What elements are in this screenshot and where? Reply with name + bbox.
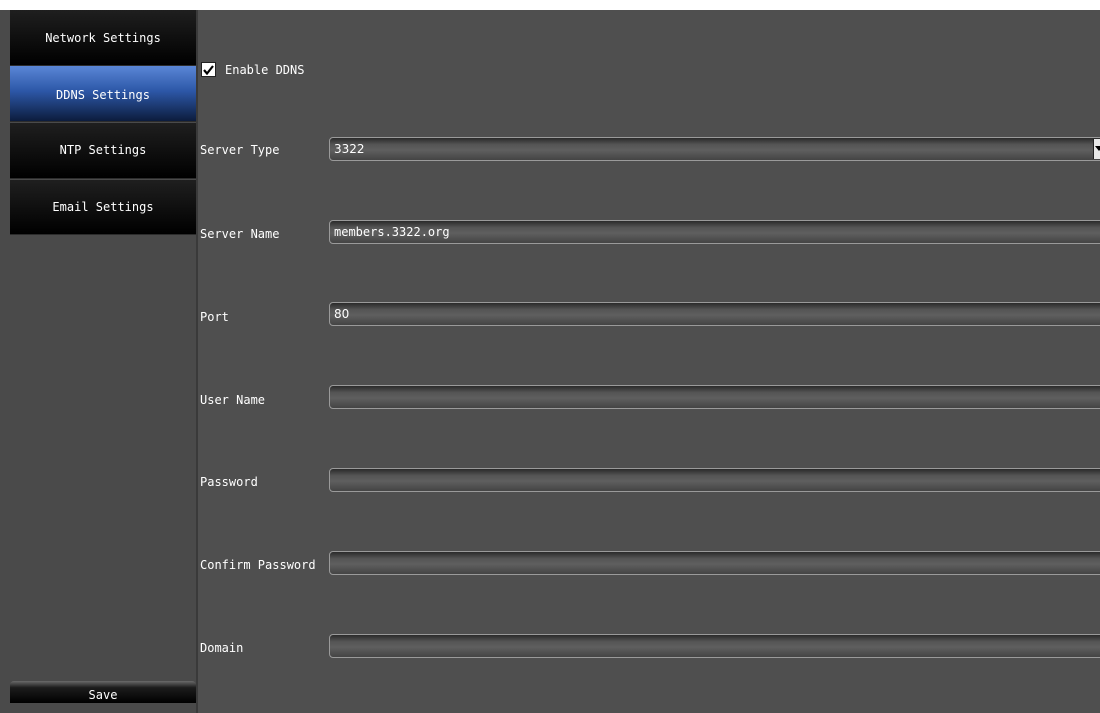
user-name-input[interactable] <box>329 385 1100 409</box>
password-label: Password <box>200 475 258 489</box>
domain-label: Domain <box>200 641 244 655</box>
server-name-label: Server Name <box>200 227 280 241</box>
save-button[interactable]: Save <box>10 681 196 703</box>
enable-ddns-toggle[interactable]: Enable DDNS <box>201 62 304 77</box>
confirm-password-input[interactable] <box>329 551 1100 575</box>
enable-ddns-checkbox[interactable] <box>201 62 216 77</box>
sidebar: Network Settings DDNS Settings NTP Setti… <box>0 10 198 713</box>
sidebar-item-label: NTP Settings <box>59 143 147 157</box>
confirm-password-label: Confirm Password <box>200 558 316 572</box>
user-name-label: User Name <box>200 393 266 407</box>
sidebar-item-email-settings[interactable]: Email Settings <box>10 180 196 235</box>
chevron-down-icon[interactable] <box>1093 139 1100 159</box>
sidebar-item-label: Email Settings <box>52 200 154 214</box>
server-type-label: Server Type <box>200 143 280 157</box>
port-input[interactable] <box>329 302 1100 326</box>
sidebar-item-network-settings[interactable]: Network Settings <box>10 10 196 66</box>
sidebar-item-ntp-settings[interactable]: NTP Settings <box>10 123 196 179</box>
sidebar-divider <box>196 10 198 713</box>
sidebar-item-ddns-settings[interactable]: DDNS Settings <box>10 66 196 122</box>
server-type-value: 3322 <box>334 142 365 156</box>
port-label: Port <box>200 310 229 324</box>
enable-ddns-label: Enable DDNS <box>225 62 305 77</box>
domain-input[interactable] <box>329 634 1100 658</box>
server-type-select[interactable]: 3322 <box>329 137 1100 161</box>
checkmark-icon <box>203 64 214 75</box>
sidebar-item-label: DDNS Settings <box>56 88 150 102</box>
server-name-input[interactable] <box>329 220 1100 244</box>
password-input[interactable] <box>329 468 1100 492</box>
top-strip <box>0 0 1100 10</box>
sidebar-item-label: Network Settings <box>45 31 161 45</box>
